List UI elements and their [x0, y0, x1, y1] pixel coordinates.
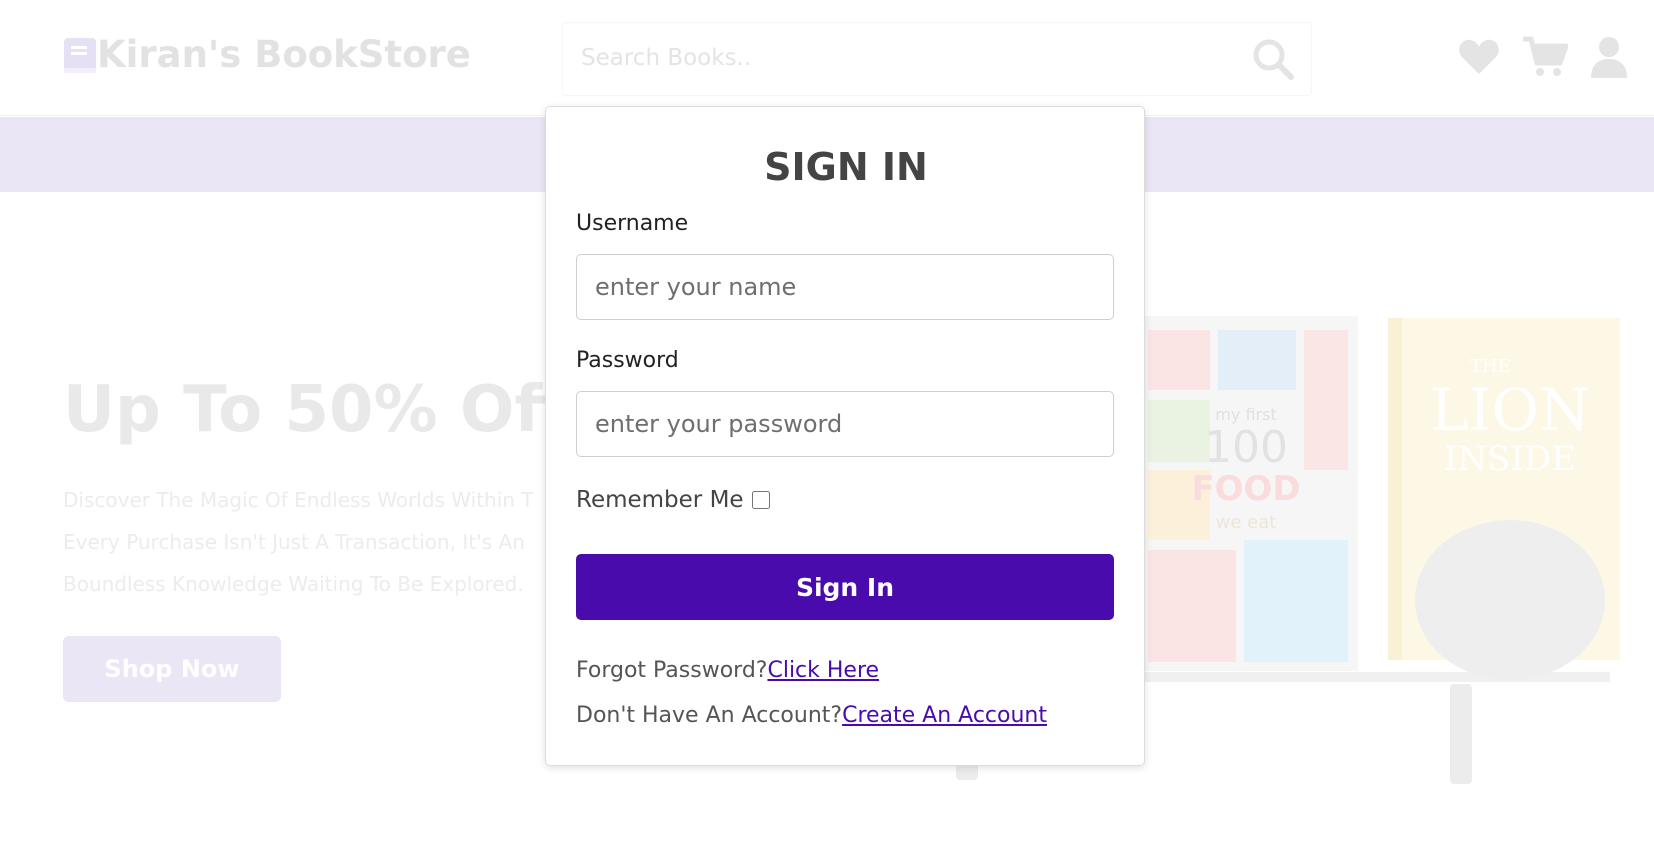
book-title-text: LION	[1430, 376, 1590, 444]
cart-icon[interactable]	[1522, 36, 1568, 78]
password-label: Password	[576, 348, 679, 373]
remember-me-checkbox[interactable]	[751, 491, 770, 509]
heart-icon[interactable]	[1458, 38, 1500, 76]
hero-title: Up To 50% Off	[63, 373, 567, 447]
hero-description-line: Boundless Knowledge Waiting To Be Explor…	[63, 572, 524, 596]
search-input[interactable]: Search Books..	[581, 45, 751, 71]
signin-button[interactable]: Sign In	[576, 554, 1114, 620]
book-title-text: 100	[1204, 422, 1288, 473]
password-input[interactable]	[576, 391, 1114, 457]
create-account-text: Don't Have An Account?	[576, 703, 843, 728]
book-icon	[64, 37, 96, 73]
create-account-row: Don't Have An Account?Create An Account	[576, 703, 1047, 728]
book-title-text: INSIDE	[1444, 439, 1576, 479]
search-box[interactable]: Search Books..	[562, 22, 1312, 96]
user-icon[interactable]	[1590, 36, 1628, 78]
username-input[interactable]	[576, 254, 1114, 320]
username-label: Username	[576, 211, 689, 236]
logo-text: Kiran's BookStore	[97, 33, 471, 76]
forgot-password-link[interactable]: Click Here	[767, 658, 879, 683]
forgot-password-text: Forgot Password?	[576, 658, 768, 683]
forgot-password-row: Forgot Password?Click Here	[576, 658, 879, 683]
remember-me-label: Remember Me	[576, 487, 744, 513]
header: Kiran's BookStore Search Books..	[0, 0, 1654, 116]
remember-me-row: Remember Me	[576, 487, 770, 513]
signin-modal: SIGN IN Username Password Remember Me Si…	[545, 106, 1145, 766]
book-title-text: FOOD	[1191, 469, 1300, 509]
search-icon[interactable]	[1251, 37, 1295, 81]
logo[interactable]: Kiran's BookStore	[63, 33, 471, 76]
book-title-text: we eat	[1216, 512, 1277, 533]
signin-title: SIGN IN	[764, 145, 928, 189]
create-account-link[interactable]: Create An Account	[842, 703, 1047, 728]
book-title-text: THE	[1470, 356, 1511, 377]
hero-description-line: Discover The Magic Of Endless Worlds Wit…	[63, 488, 534, 512]
shop-now-button[interactable]: Shop Now	[63, 636, 281, 702]
hero-description-line: Every Purchase Isn't Just A Transaction,…	[63, 530, 525, 554]
